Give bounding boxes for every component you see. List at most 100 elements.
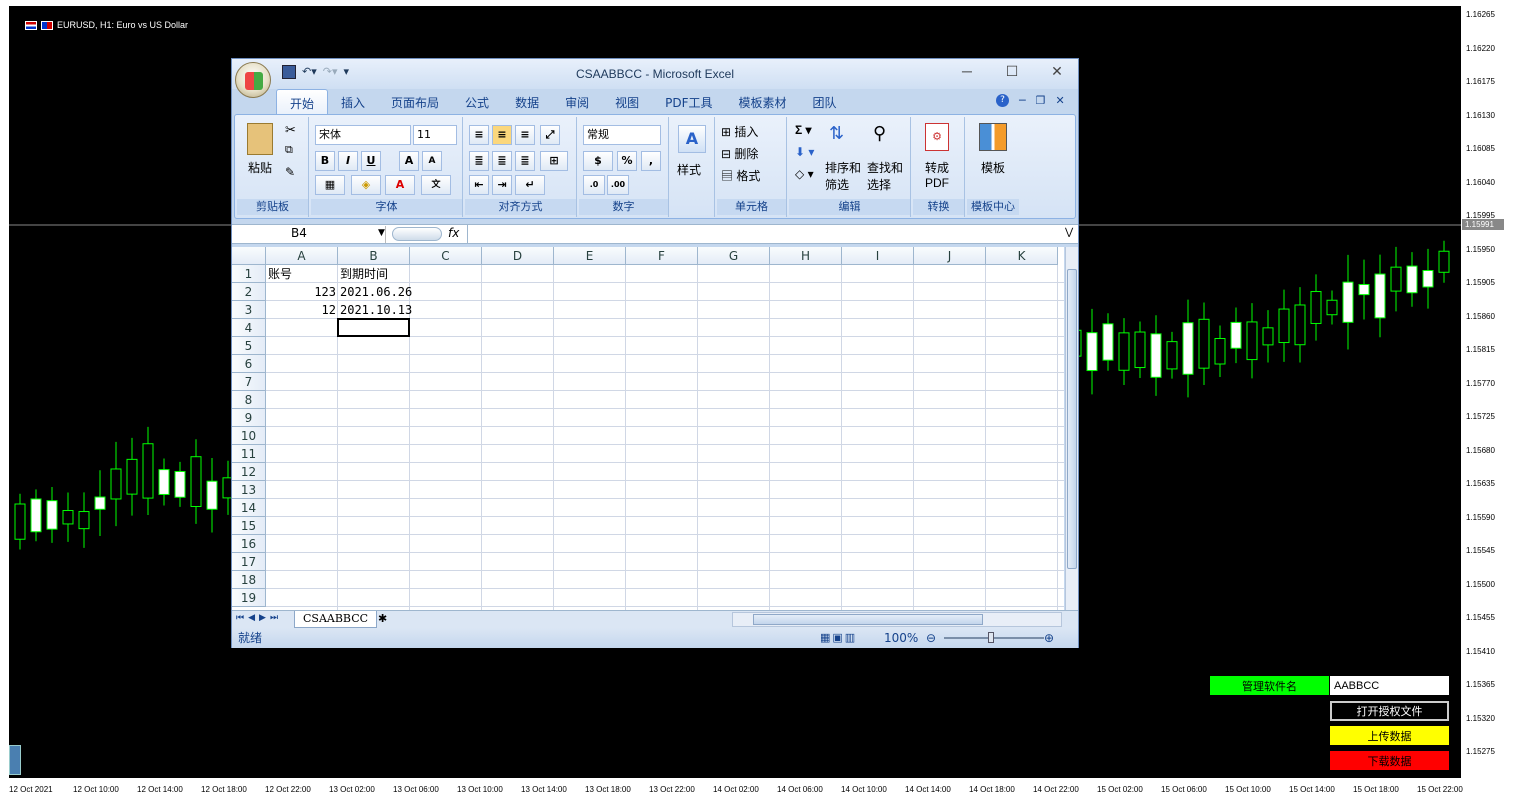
cell-A3[interactable]: 12 xyxy=(268,301,336,319)
horizontal-scroll-thumb[interactable] xyxy=(753,614,983,625)
sheet-nav-icons[interactable]: ⏮◀▶⏭ xyxy=(236,613,282,623)
font-color-icon[interactable]: A xyxy=(385,175,415,195)
customize-qat-icon[interactable]: ▾ xyxy=(344,65,350,79)
row-header[interactable]: 3 xyxy=(232,301,266,319)
comma-icon[interactable]: , xyxy=(641,151,661,171)
ribbon-tab-9[interactable]: 模板素材 xyxy=(726,89,800,114)
expand-formula-icon[interactable]: ⋁ xyxy=(1065,227,1073,238)
office-button[interactable] xyxy=(235,62,271,98)
currency-icon[interactable]: $ xyxy=(583,151,613,171)
align-left-icon[interactable]: ≣ xyxy=(469,151,489,171)
format-cells-button[interactable]: ▤ 格式 xyxy=(721,167,760,184)
zoom-slider-thumb[interactable] xyxy=(988,632,994,643)
decrease-decimal-icon[interactable]: .00 xyxy=(607,175,629,195)
cell-B3[interactable]: 2021.10.13 xyxy=(340,301,412,319)
shrink-font-icon[interactable]: A xyxy=(422,151,442,171)
row-header[interactable]: 5 xyxy=(232,337,266,355)
zoom-out-icon[interactable]: ⊖ xyxy=(926,628,936,648)
format-painter-icon[interactable]: ✎ xyxy=(285,165,295,179)
row-header[interactable]: 10 xyxy=(232,427,266,445)
cell-B2[interactable]: 2021.06.26 xyxy=(340,283,412,301)
styles-button[interactable]: 样式 xyxy=(677,161,701,178)
download-data-button[interactable]: 下载数据 xyxy=(1330,751,1449,770)
font-size-select[interactable]: 11 xyxy=(413,125,457,145)
selected-cell[interactable] xyxy=(337,318,410,337)
borders-icon[interactable]: ▦ xyxy=(315,175,345,195)
close-button[interactable]: ✕ xyxy=(1042,63,1072,83)
bold-icon[interactable]: B xyxy=(315,151,335,171)
underline-icon[interactable]: U xyxy=(361,151,381,171)
find-select-button[interactable]: 查找和 选择 xyxy=(867,159,903,193)
side-toggle-button[interactable] xyxy=(9,745,21,775)
cut-icon[interactable]: ✂ xyxy=(285,122,296,138)
zoom-level[interactable]: 100% xyxy=(884,628,918,648)
paste-button[interactable]: 粘贴 xyxy=(248,159,272,176)
column-header[interactable]: H xyxy=(770,247,842,265)
row-header[interactable]: 13 xyxy=(232,481,266,499)
row-header[interactable]: 15 xyxy=(232,517,266,535)
template-button[interactable]: 模板 xyxy=(981,159,1005,176)
merge-center-icon[interactable]: ⊞ xyxy=(540,151,568,171)
row-header[interactable]: 14 xyxy=(232,499,266,517)
namebox-dropdown-icon[interactable]: ▼ xyxy=(378,228,385,238)
align-center-icon[interactable]: ≣ xyxy=(492,151,512,171)
worksheet-grid[interactable]: A B C D E F G H I J K 1 2 3 4 5 6 7 8 9 10 11 12 13 14 15 16 17 18 19… xyxy=(232,247,1064,610)
ribbon-tab-5[interactable]: 数据 xyxy=(502,89,552,114)
ribbon-tab-3[interactable]: 页面布局 xyxy=(378,89,452,114)
grow-font-icon[interactable]: A xyxy=(399,151,419,171)
italic-icon[interactable]: I xyxy=(338,151,358,171)
ribbon-tab-7[interactable]: 视图 xyxy=(602,89,652,114)
convert-pdf-button[interactable]: 转成 PDF xyxy=(925,159,949,190)
doc-minimize-icon[interactable]: ─ xyxy=(1019,94,1026,107)
percent-icon[interactable]: % xyxy=(617,151,637,171)
cell-A2[interactable]: 123 xyxy=(268,283,336,301)
cell-B1[interactable]: 到期时间 xyxy=(340,265,408,283)
font-name-select[interactable]: 宋体 xyxy=(315,125,411,145)
fx-icon[interactable]: fx xyxy=(448,226,459,240)
insert-sheet-icon[interactable]: ✱ xyxy=(378,612,387,625)
ribbon-tab-6[interactable]: 审阅 xyxy=(552,89,602,114)
increase-decimal-icon[interactable]: .0 xyxy=(583,175,605,195)
row-header[interactable]: 1 xyxy=(232,265,266,283)
redo-icon[interactable]: ↷▾ xyxy=(323,65,338,79)
column-header[interactable]: K xyxy=(986,247,1058,265)
row-header[interactable]: 2 xyxy=(232,283,266,301)
fill-icon[interactable]: ⬇ ▾ xyxy=(795,145,814,159)
cell-A1[interactable]: 账号 xyxy=(268,265,336,283)
row-header[interactable]: 8 xyxy=(232,391,266,409)
formula-input[interactable] xyxy=(467,225,1065,243)
fill-color-icon[interactable]: ◈ xyxy=(351,175,381,195)
view-buttons-icon[interactable]: ▦▣▥ xyxy=(820,628,857,648)
row-header[interactable]: 18 xyxy=(232,571,266,589)
open-license-button[interactable]: 打开授权文件 xyxy=(1330,701,1449,721)
vertical-scroll-thumb[interactable] xyxy=(1067,269,1077,569)
ribbon-tab-8[interactable]: PDF工具 xyxy=(652,89,725,114)
row-header[interactable]: 12 xyxy=(232,463,266,481)
undo-icon[interactable]: ↶▾ xyxy=(302,65,317,79)
row-header[interactable]: 7 xyxy=(232,373,266,391)
align-top-icon[interactable]: ≡ xyxy=(469,125,489,145)
align-middle-icon[interactable]: ≡ xyxy=(492,125,512,145)
row-header[interactable]: 16 xyxy=(232,535,266,553)
zoom-in-icon[interactable]: ⊕ xyxy=(1044,628,1054,648)
save-icon[interactable] xyxy=(282,65,296,79)
sheet-tab[interactable]: CSAABBCC xyxy=(294,611,378,628)
minimize-button[interactable]: ─ xyxy=(952,63,982,83)
align-bottom-icon[interactable]: ≡ xyxy=(515,125,535,145)
insert-cells-button[interactable]: ⊞ 插入 xyxy=(721,123,758,140)
row-header[interactable]: 9 xyxy=(232,409,266,427)
column-header[interactable]: C xyxy=(410,247,482,265)
column-header[interactable]: G xyxy=(698,247,770,265)
help-icon[interactable]: ? xyxy=(996,94,1009,107)
delete-cells-button[interactable]: ⊟ 删除 xyxy=(721,145,758,162)
phonetic-icon[interactable]: 文 xyxy=(421,175,451,195)
doc-close-icon[interactable]: ✕ xyxy=(1056,94,1065,107)
column-header[interactable]: A xyxy=(266,247,338,265)
column-header[interactable]: I xyxy=(842,247,914,265)
decrease-indent-icon[interactable]: ⇤ xyxy=(469,175,489,195)
column-header[interactable]: E xyxy=(554,247,626,265)
name-box[interactable]: B4 xyxy=(234,226,386,243)
clear-icon[interactable]: ◇ ▾ xyxy=(795,167,814,181)
formula-splitter[interactable] xyxy=(392,227,442,241)
row-header[interactable]: 4 xyxy=(232,319,266,337)
